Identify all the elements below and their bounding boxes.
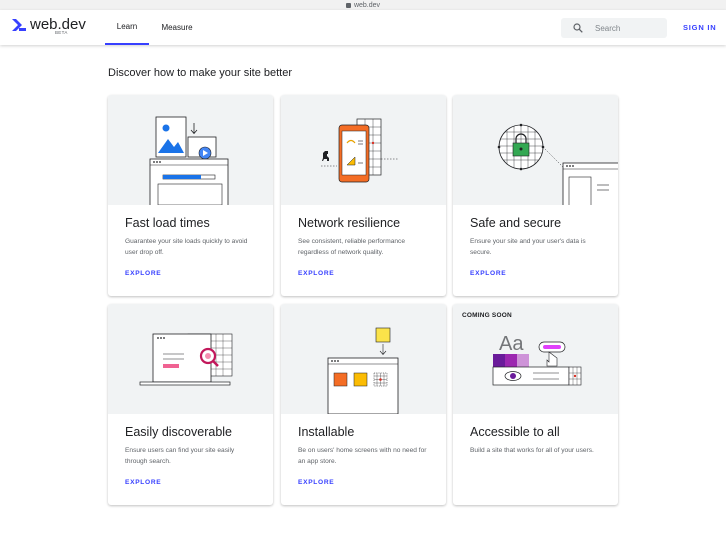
lock-icon — [345, 2, 351, 8]
explore-link[interactable]: EXPLORE — [298, 270, 334, 277]
network-resilience-illustration — [281, 95, 446, 205]
explore-link[interactable]: EXPLORE — [125, 270, 161, 277]
card-accessible-to-all[interactable]: Aa COMING SOON Accessible to all Build a… — [453, 304, 618, 505]
beta-badge: BETA — [55, 30, 68, 35]
card-title: Fast load times — [125, 216, 210, 230]
aa-glyph-text: Aa — [499, 333, 524, 355]
coming-soon-badge: COMING SOON — [462, 312, 512, 319]
installable-illustration — [281, 304, 446, 414]
card-description: Ensure users can find your site easily t… — [125, 447, 235, 465]
accessible-illustration: Aa COMING SOON — [453, 304, 618, 414]
card-description: Guarantee your site loads quickly to avo… — [125, 238, 248, 256]
card-fast-load-times[interactable]: Fast load times Guarantee your site load… — [108, 95, 273, 296]
safe-secure-illustration — [453, 95, 618, 205]
card-title: Easily discoverable — [125, 425, 232, 439]
search-box[interactable] — [561, 18, 667, 38]
web-dev-chevron-icon — [12, 19, 26, 31]
tab-measure[interactable]: Measure — [152, 10, 202, 45]
explore-link[interactable]: EXPLORE — [125, 479, 161, 486]
card-description: Ensure your site and your user's data is… — [470, 238, 586, 256]
site-header: web.dev BETA Learn Measure SIGN IN — [0, 10, 726, 45]
explore-link[interactable]: EXPLORE — [298, 479, 334, 486]
fast-load-illustration — [108, 95, 273, 205]
card-title: Accessible to all — [470, 425, 560, 439]
card-title: Network resilience — [298, 216, 401, 230]
card-easily-discoverable[interactable]: Easily discoverable Ensure users can fin… — [108, 304, 273, 505]
card-safe-and-secure[interactable]: Safe and secure Ensure your site and you… — [453, 95, 618, 296]
search-icon — [573, 23, 583, 33]
card-description: Be on users' home screens with no need f… — [298, 447, 427, 465]
explore-link[interactable]: EXPLORE — [470, 270, 506, 277]
url-text: web.dev — [353, 1, 381, 9]
browser-url-bar[interactable]: web.dev — [0, 0, 726, 10]
page-heading: Discover how to make your site better — [108, 67, 293, 79]
card-installable[interactable]: Installable Be on users' home screens wi… — [281, 304, 446, 505]
card-description: Build a site that works for all of your … — [470, 447, 594, 454]
sign-in-button[interactable]: SIGN IN — [683, 23, 717, 32]
site-logo[interactable]: web.dev — [12, 16, 86, 34]
tab-learn[interactable]: Learn — [105, 10, 149, 45]
card-network-resilience[interactable]: Network resilience See consistent, relia… — [281, 95, 446, 296]
card-description: See consistent, reliable performance reg… — [298, 238, 406, 256]
discoverable-illustration — [108, 304, 273, 414]
card-title: Safe and secure — [470, 216, 562, 230]
search-input[interactable] — [595, 23, 655, 33]
card-title: Installable — [298, 425, 355, 439]
